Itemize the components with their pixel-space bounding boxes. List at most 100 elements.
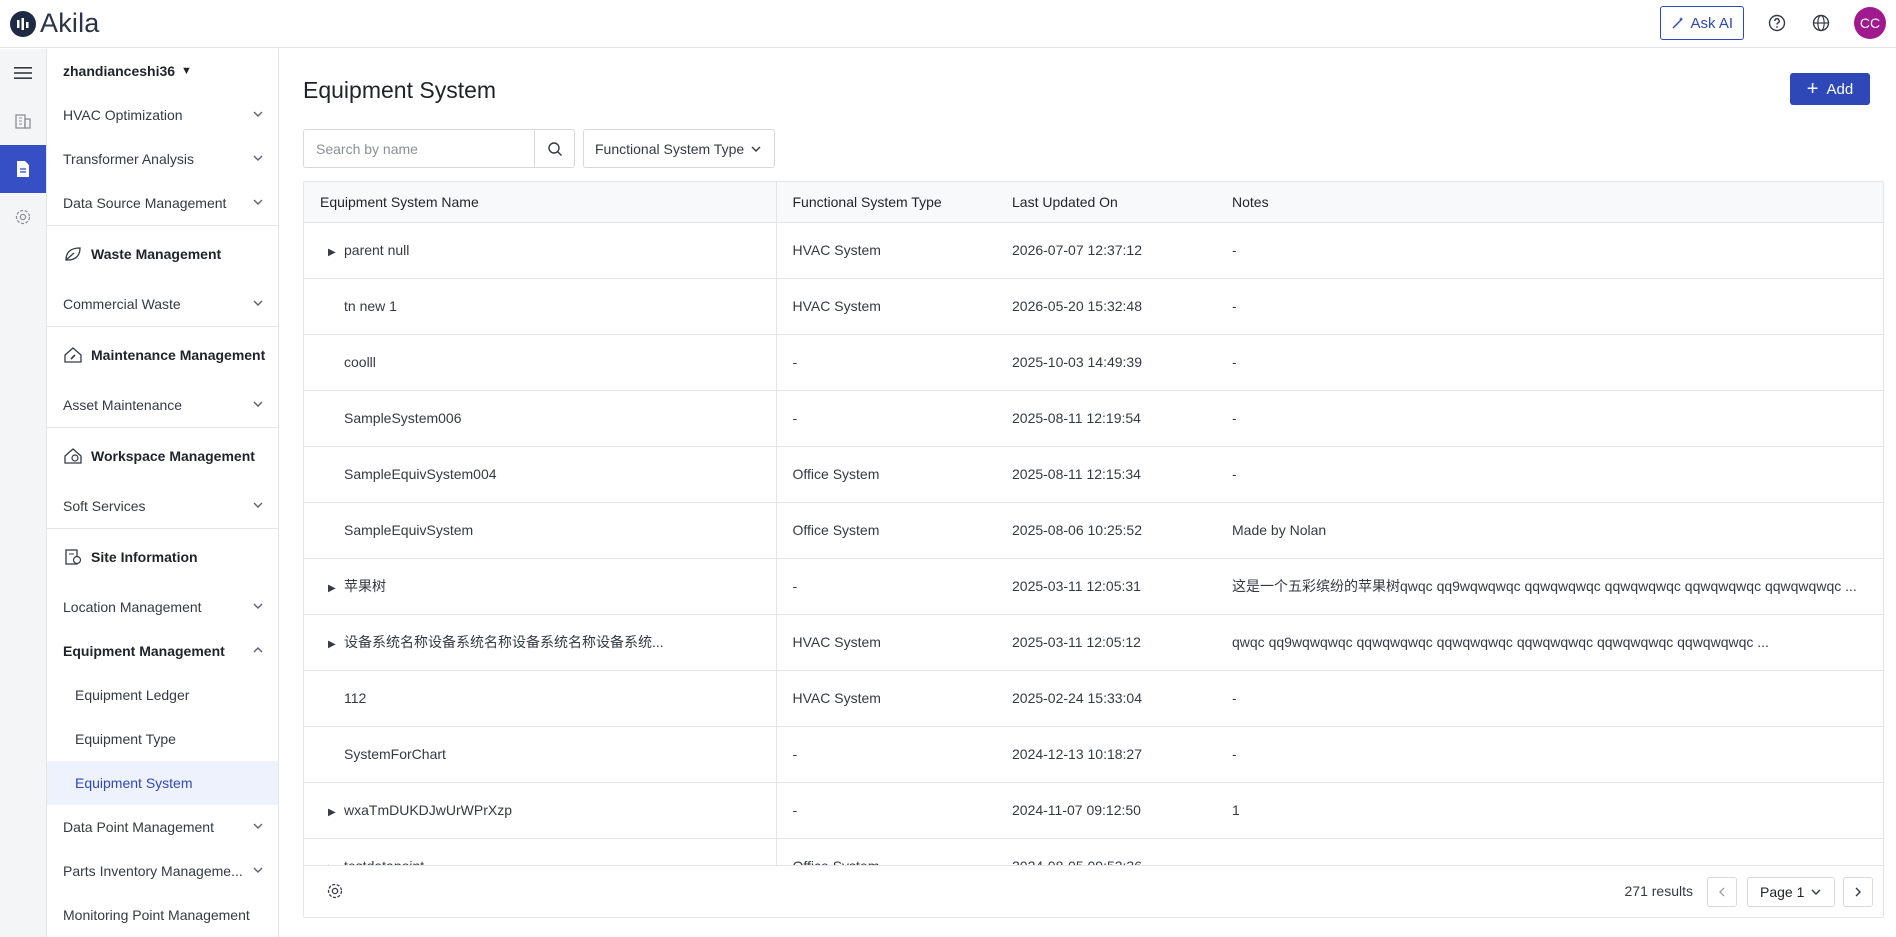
- cell-notes: 这是一个五彩缤纷的苹果树qwqc qq9wqwqwqc qqwqwqwqc qq…: [1216, 558, 1883, 615]
- expand-row-icon[interactable]: ▶: [328, 583, 344, 594]
- group-title: Workspace Management: [91, 448, 255, 464]
- functional-system-type-filter[interactable]: Functional System Type: [583, 129, 775, 168]
- table-row[interactable]: tn new 1 HVAC System 2026-05-20 15:32:48-: [304, 278, 1883, 335]
- table-row[interactable]: ▶ 苹果树 -2025-03-11 12:05:31 这是一个五彩缤纷的苹果树qwqc…: [304, 558, 1883, 615]
- chevron-down-icon: [253, 823, 263, 829]
- expand-row-icon[interactable]: ▶: [328, 807, 344, 818]
- table-row[interactable]: SampleSystem006 -2025-08-11 12:19:54-: [304, 390, 1883, 447]
- equipment-system-table: Equipment System Name Functional System …: [303, 181, 1884, 918]
- nav-label: Data Source Management: [63, 195, 227, 211]
- icon-rail: [0, 49, 47, 937]
- nav-parts-inventory-management[interactable]: Parts Inventory Manageme...: [47, 849, 278, 893]
- table-row[interactable]: ▶testdatapointOffice System2024-08-05 09…: [304, 838, 1883, 868]
- cell-system-type: HVAC System: [776, 278, 996, 335]
- nav-label: Equipment System: [75, 775, 193, 791]
- cell-last-updated: 2024-12-13 10:18:27: [996, 726, 1216, 783]
- table-settings-button[interactable]: [326, 882, 344, 903]
- nav-transformer-analysis[interactable]: Transformer Analysis: [47, 137, 278, 181]
- table-header-row: Equipment System Name Functional System …: [304, 182, 1883, 223]
- nav-equipment-type[interactable]: Equipment Type: [47, 717, 278, 761]
- table-row[interactable]: ▶ parent null HVAC System 2026-07-07 12:37:…: [304, 222, 1883, 279]
- cell-notes: qwqc qq9wqwqwqc qqwqwqwqc qqwqwqwqc qqwq…: [1216, 614, 1883, 671]
- table-row[interactable]: ▶ wxaTmDUKDJwUrWPrXzp -2024-11-07 09:12:50…: [304, 782, 1883, 839]
- help-icon[interactable]: [1766, 12, 1788, 34]
- cell-last-updated: 2024-08-05 09:53:36: [996, 838, 1216, 868]
- next-page-button[interactable]: [1843, 877, 1873, 907]
- system-name-text: SampleSystem006: [344, 410, 462, 426]
- system-name-text: coolll: [344, 354, 376, 370]
- previous-page-button[interactable]: [1707, 877, 1737, 907]
- nav-data-source-management[interactable]: Data Source Management: [47, 181, 278, 225]
- table-row[interactable]: 112 HVAC System 2025-02-24 15:33:04-: [304, 670, 1883, 727]
- group-workspace-management: Workspace Management: [47, 427, 278, 484]
- system-name-text: 设备系统名称设备系统名称设备系统名称设备系统...: [344, 634, 664, 650]
- add-button[interactable]: + Add: [1790, 73, 1870, 105]
- search-box: [303, 129, 575, 168]
- system-name-text: SampleEquivSystem004: [344, 466, 497, 482]
- nav-label: Data Point Management: [63, 819, 214, 835]
- logo[interactable]: Akila: [10, 8, 100, 39]
- nav-data-point-management[interactable]: Data Point Management: [47, 805, 278, 849]
- nav-soft-services[interactable]: Soft Services: [47, 484, 278, 528]
- main-content: Equipment System + Add Functional System…: [303, 49, 1884, 937]
- nav-asset-maintenance[interactable]: Asset Maintenance: [47, 383, 278, 427]
- system-name-text: 112: [344, 690, 367, 706]
- cell-system-name: SampleEquivSystem: [304, 502, 777, 559]
- cell-last-updated: 2025-02-24 15:33:04: [996, 670, 1216, 727]
- cell-system-name: SampleSystem006: [304, 390, 777, 447]
- results-count: 271 results: [1624, 883, 1693, 899]
- table-row[interactable]: SampleEquivSystem004 Office System 2025-08…: [304, 446, 1883, 503]
- cell-last-updated: 2025-03-11 12:05:31: [996, 558, 1216, 615]
- expand-row-icon[interactable]: ▶: [328, 247, 344, 258]
- globe-icon[interactable]: [1810, 12, 1832, 34]
- column-header-updated: Last Updated On: [996, 182, 1216, 223]
- cell-notes: -: [1216, 334, 1883, 391]
- table-row[interactable]: coolll -2025-10-03 14:49:39-: [304, 334, 1883, 391]
- cell-system-type: -: [776, 558, 996, 615]
- cell-system-type: HVAC System: [776, 222, 996, 279]
- site-selector[interactable]: zhandianceshi36 ▼: [47, 49, 278, 93]
- system-name-text: parent null: [344, 242, 410, 258]
- nav-location-management[interactable]: Location Management: [47, 585, 278, 629]
- rail-settings[interactable]: [0, 193, 46, 241]
- nav-label: Parts Inventory Manageme...: [63, 863, 243, 879]
- rail-documents[interactable]: [0, 145, 46, 193]
- system-name-text: SampleEquivSystem: [344, 522, 474, 538]
- search-icon: [547, 141, 562, 156]
- cell-system-name: ▶ 苹果树: [304, 558, 777, 615]
- system-name-text: wxaTmDUKDJwUrWPrXzp: [344, 802, 512, 818]
- table-row[interactable]: SampleEquivSystem Office System 2025-08-06…: [304, 502, 1883, 559]
- ask-ai-button[interactable]: Ask AI: [1660, 6, 1744, 40]
- nav-label: Soft Services: [63, 498, 146, 514]
- system-name-text: tn new 1: [344, 298, 397, 314]
- search-button[interactable]: [534, 130, 574, 167]
- table-row[interactable]: SystemForChart -2024-12-13 10:18:27-: [304, 726, 1883, 783]
- cell-system-type: -: [776, 782, 996, 839]
- filter-label: Functional System Type: [595, 140, 745, 157]
- chevron-up-icon: [253, 647, 263, 653]
- menu-toggle-button[interactable]: [0, 49, 46, 97]
- page-select[interactable]: Page 1: [1747, 877, 1835, 907]
- table-row[interactable]: ▶ 设备系统名称设备系统名称设备系统名称设备系统... HVAC System 202…: [304, 614, 1883, 671]
- cell-system-name: SampleEquivSystem004: [304, 446, 777, 503]
- nav-hvac-optimization[interactable]: HVAC Optimization: [47, 93, 278, 137]
- nav-monitoring-point-management[interactable]: Monitoring Point Management: [47, 893, 278, 937]
- nav-equipment-system[interactable]: Equipment System: [47, 761, 278, 805]
- nav-commercial-waste[interactable]: Commercial Waste: [47, 282, 278, 326]
- chevron-down-icon: [253, 300, 263, 306]
- search-input[interactable]: [304, 130, 534, 167]
- nav-equipment-ledger[interactable]: Equipment Ledger: [47, 673, 278, 717]
- user-avatar[interactable]: CC: [1854, 7, 1886, 39]
- cell-system-type: -: [776, 390, 996, 447]
- expand-row-icon[interactable]: ▶: [328, 639, 344, 650]
- house-check-icon: [64, 448, 82, 464]
- rail-buildings[interactable]: [0, 97, 46, 145]
- cell-notes: -: [1216, 726, 1883, 783]
- cell-system-name: tn new 1: [304, 278, 777, 335]
- logo-text: Akila: [40, 8, 100, 38]
- cell-system-type: Office System: [776, 446, 996, 503]
- nav-equipment-management[interactable]: Equipment Management: [47, 629, 278, 673]
- document-icon: [17, 161, 29, 177]
- chevron-left-icon: [1719, 887, 1725, 897]
- cell-system-type: -: [776, 334, 996, 391]
